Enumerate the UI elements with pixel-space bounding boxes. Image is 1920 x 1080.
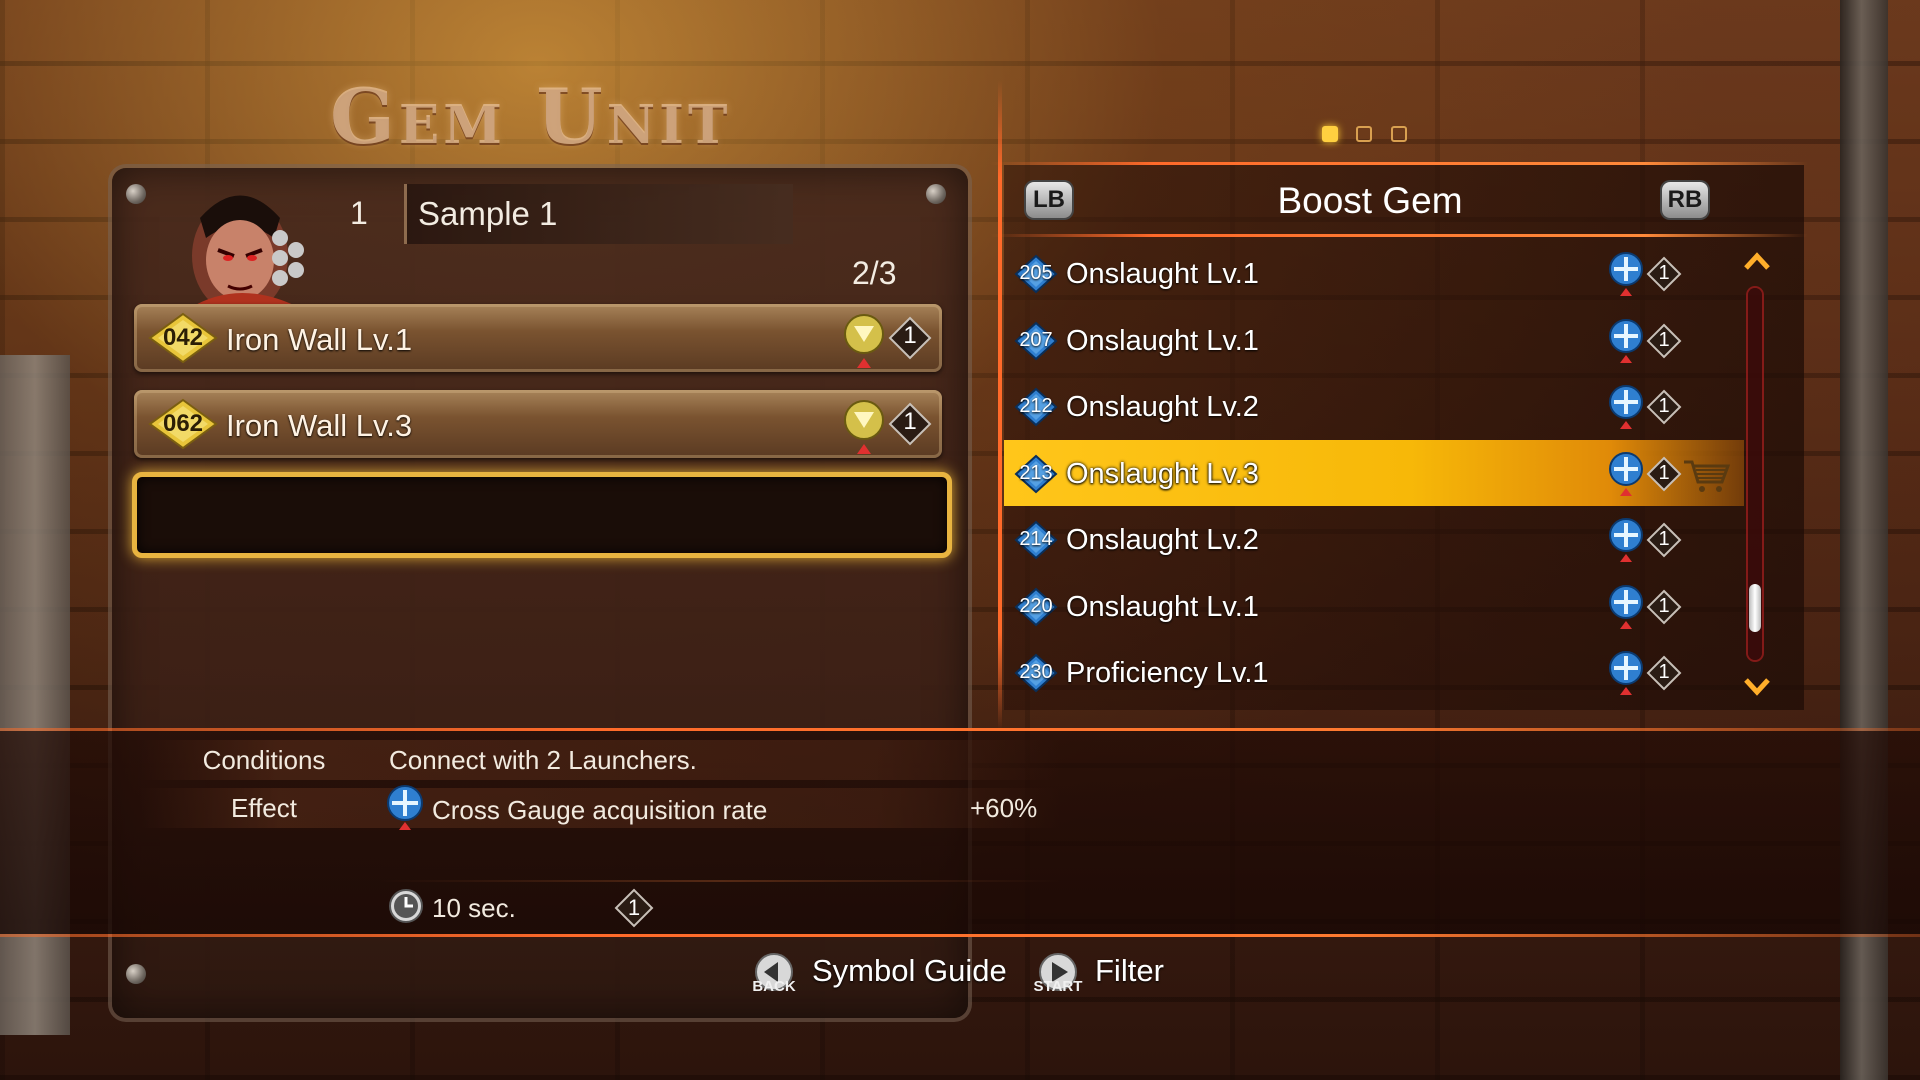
page-title: Gem Unit xyxy=(330,72,732,161)
cross-gauge-icon xyxy=(1609,651,1643,695)
details-line xyxy=(0,934,1920,937)
gem-name: Onslaught Lv.1 xyxy=(1066,325,1259,357)
character-portrait xyxy=(190,195,304,318)
scrollbar-thumb[interactable] xyxy=(1749,584,1761,632)
slot-count: 2/3 xyxy=(852,255,897,291)
gem-name: Proficiency Lv.1 xyxy=(1066,657,1269,689)
gem-id: 220 xyxy=(1019,595,1053,617)
gem-cost-value: 1 xyxy=(1658,462,1670,484)
cross-gauge-icon xyxy=(1609,319,1643,363)
effect-text: Cross Gauge acquisition rate xyxy=(432,795,768,825)
gem-name: Onslaught Lv.2 xyxy=(1066,391,1259,423)
gem-name: Onslaught Lv.3 xyxy=(1066,458,1259,490)
scroll-up-arrow-icon[interactable] xyxy=(1742,250,1772,274)
divider-line xyxy=(998,80,1002,730)
gem-id: 205 xyxy=(1019,262,1053,284)
duration-text: 10 sec. xyxy=(432,893,516,923)
details-cost-value: 1 xyxy=(627,895,641,920)
cross-gauge-icon xyxy=(1609,385,1643,429)
back-button-caption: BACK xyxy=(752,978,796,995)
cross-gauge-icon xyxy=(387,785,423,830)
effect-value: +60% xyxy=(970,793,1038,823)
slot-gem-name: Iron Wall Lv.1 xyxy=(226,322,413,357)
gem-cost-value: 1 xyxy=(1658,262,1670,284)
slot-cost-value: 1 xyxy=(903,322,917,349)
header-line xyxy=(990,162,1808,165)
clock-icon xyxy=(389,889,423,923)
page-dot-2 xyxy=(1356,126,1373,142)
slot-cost-value: 1 xyxy=(903,408,917,435)
details-line xyxy=(0,728,1920,731)
conditions-text: Connect with 2 Launchers. xyxy=(389,745,697,775)
rivet-decoration xyxy=(126,184,146,204)
page-dot-1 xyxy=(1322,126,1338,142)
gem-cost-value: 1 xyxy=(1658,395,1670,417)
gem-name: Onslaught Lv.2 xyxy=(1066,524,1259,556)
scroll-down-arrow-icon[interactable] xyxy=(1742,674,1772,698)
gem-name: Onslaught Lv.1 xyxy=(1066,591,1259,623)
cross-gauge-icon xyxy=(1609,585,1643,629)
empty-gem-slot-3[interactable] xyxy=(132,472,952,558)
slot-gem-id: 062 xyxy=(162,410,204,437)
gem-cost-value: 1 xyxy=(1658,661,1670,683)
page-dot-3 xyxy=(1390,126,1407,142)
shield-crest-icon xyxy=(844,400,884,454)
cross-gauge-icon xyxy=(1609,452,1643,496)
gem-id: 212 xyxy=(1019,395,1053,417)
gem-cost-value: 1 xyxy=(1658,595,1670,617)
gem-id: 207 xyxy=(1019,329,1053,351)
shopping-cart-icon[interactable] xyxy=(1682,458,1730,494)
lb-button[interactable]: LB xyxy=(1026,182,1072,218)
unit-number: 1 xyxy=(350,195,368,231)
gem-id: 213 xyxy=(1019,462,1053,484)
rivet-decoration xyxy=(926,184,946,204)
filter-label[interactable]: Filter xyxy=(1095,953,1164,989)
gem-cost-value: 1 xyxy=(1658,329,1670,351)
cross-gauge-icon xyxy=(1609,252,1643,296)
shield-crest-icon xyxy=(844,314,884,368)
start-button-caption: START xyxy=(1033,978,1083,995)
gem-category-title: Boost Gem xyxy=(1277,180,1463,221)
gem-name: Onslaught Lv.1 xyxy=(1066,258,1259,290)
rb-button[interactable]: RB xyxy=(1662,182,1708,218)
header-line xyxy=(990,234,1808,237)
page-indicator xyxy=(1322,126,1421,147)
rivet-decoration xyxy=(126,964,146,984)
conditions-label: Conditions xyxy=(202,745,326,775)
details-divider xyxy=(380,880,1060,882)
gem-id: 230 xyxy=(1019,661,1053,683)
gem-id: 214 xyxy=(1019,528,1053,550)
slot-gem-id: 042 xyxy=(162,324,204,351)
unit-name: Sample 1 xyxy=(418,195,558,232)
effect-label: Effect xyxy=(230,793,297,823)
slot-gem-name: Iron Wall Lv.3 xyxy=(226,408,413,443)
cross-gauge-icon xyxy=(1609,518,1643,562)
symbol-guide-label[interactable]: Symbol Guide xyxy=(812,953,1007,989)
gem-cost-value: 1 xyxy=(1658,528,1670,550)
